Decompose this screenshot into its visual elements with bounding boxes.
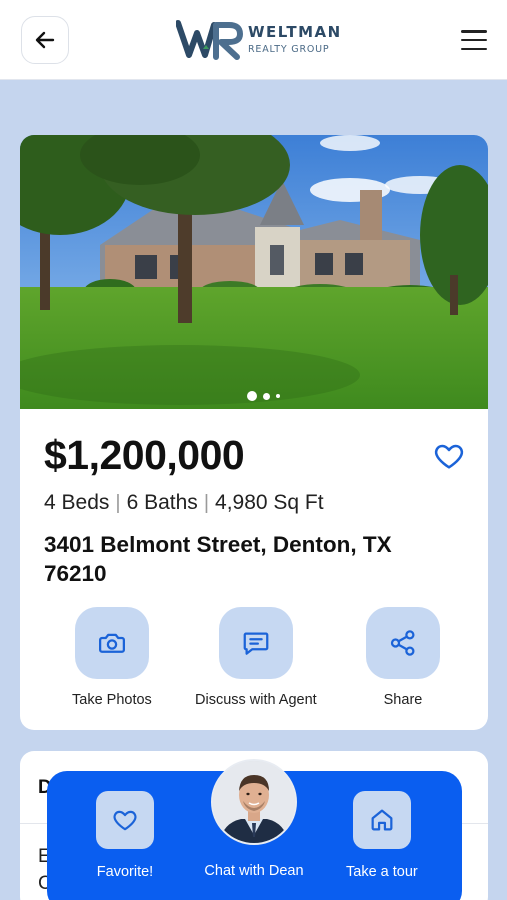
- heart-outline-icon: [113, 810, 137, 831]
- take-photos-action[interactable]: Take Photos: [72, 607, 152, 708]
- agent-avatar[interactable]: [211, 759, 297, 845]
- property-photo-carousel[interactable]: [20, 135, 488, 409]
- logo-subtitle: REALTY GROUP: [248, 44, 330, 56]
- take-photos-button[interactable]: [74, 607, 149, 679]
- carousel-indicator: [247, 391, 280, 401]
- property-photo: [20, 135, 488, 409]
- take-a-tour-button[interactable]: [352, 791, 411, 849]
- logo-name: WELTMAN: [248, 23, 342, 42]
- spec-separator: |: [203, 491, 210, 514]
- agent-photo: [213, 761, 295, 843]
- share-label: Share: [383, 692, 423, 708]
- menu-button[interactable]: [458, 26, 490, 54]
- listing-specs: 4 Beds | 6 Baths | 4,980 Sq Ft: [44, 491, 324, 515]
- app-header: WELTMAN REALTY GROUP: [0, 0, 507, 80]
- arrow-left-icon: [35, 31, 55, 49]
- carousel-dot: [263, 392, 270, 400]
- favorite-action-button[interactable]: [96, 791, 154, 849]
- square-footage: 4,980 Sq Ft: [215, 491, 324, 514]
- take-a-tour-label: Take a tour: [346, 864, 418, 880]
- discuss-with-agent-action[interactable]: Discuss with Agent: [195, 607, 317, 708]
- logo-mark: [176, 20, 243, 60]
- weltman-logo[interactable]: WELTMAN REALTY GROUP: [176, 18, 342, 62]
- listing-address: 3401 Belmont Street, Denton, TX 76210: [44, 532, 392, 586]
- listing-price: $1,200,000: [44, 432, 245, 478]
- hamburger-line: [461, 47, 487, 50]
- spec-separator: |: [115, 491, 121, 514]
- carousel-dot: [276, 394, 280, 398]
- hamburger-line: [461, 38, 487, 42]
- logo-wordmark: WELTMAN REALTY GROUP: [248, 25, 342, 55]
- favorite-button[interactable]: [432, 440, 466, 472]
- chat-message-icon: [243, 632, 269, 655]
- discuss-with-agent-button[interactable]: [218, 607, 293, 679]
- property-card: $1,200,000 4 Beds | 6 Baths | 4,980 Sq F…: [20, 135, 488, 730]
- beds-count: 4 Beds: [44, 491, 110, 514]
- share-icon: [390, 630, 415, 656]
- favorite-label: Favorite!: [96, 864, 154, 880]
- back-button[interactable]: [21, 16, 69, 64]
- baths-count: 6 Baths: [126, 491, 198, 514]
- favorite-action[interactable]: Favorite!: [96, 791, 154, 880]
- camera-icon: [98, 633, 125, 653]
- carousel-dot-active: [247, 391, 257, 401]
- home-icon: [371, 809, 393, 831]
- take-photos-label: Take Photos: [72, 692, 152, 708]
- discuss-with-agent-label: Discuss with Agent: [195, 692, 317, 708]
- heart-outline-icon: [434, 444, 464, 469]
- share-action[interactable]: Share: [366, 607, 440, 708]
- take-a-tour-action[interactable]: Take a tour: [346, 791, 418, 880]
- hamburger-menu-icon: [461, 30, 487, 33]
- chat-with-dean-label: Chat with Dean: [204, 863, 304, 879]
- share-button[interactable]: [366, 607, 440, 679]
